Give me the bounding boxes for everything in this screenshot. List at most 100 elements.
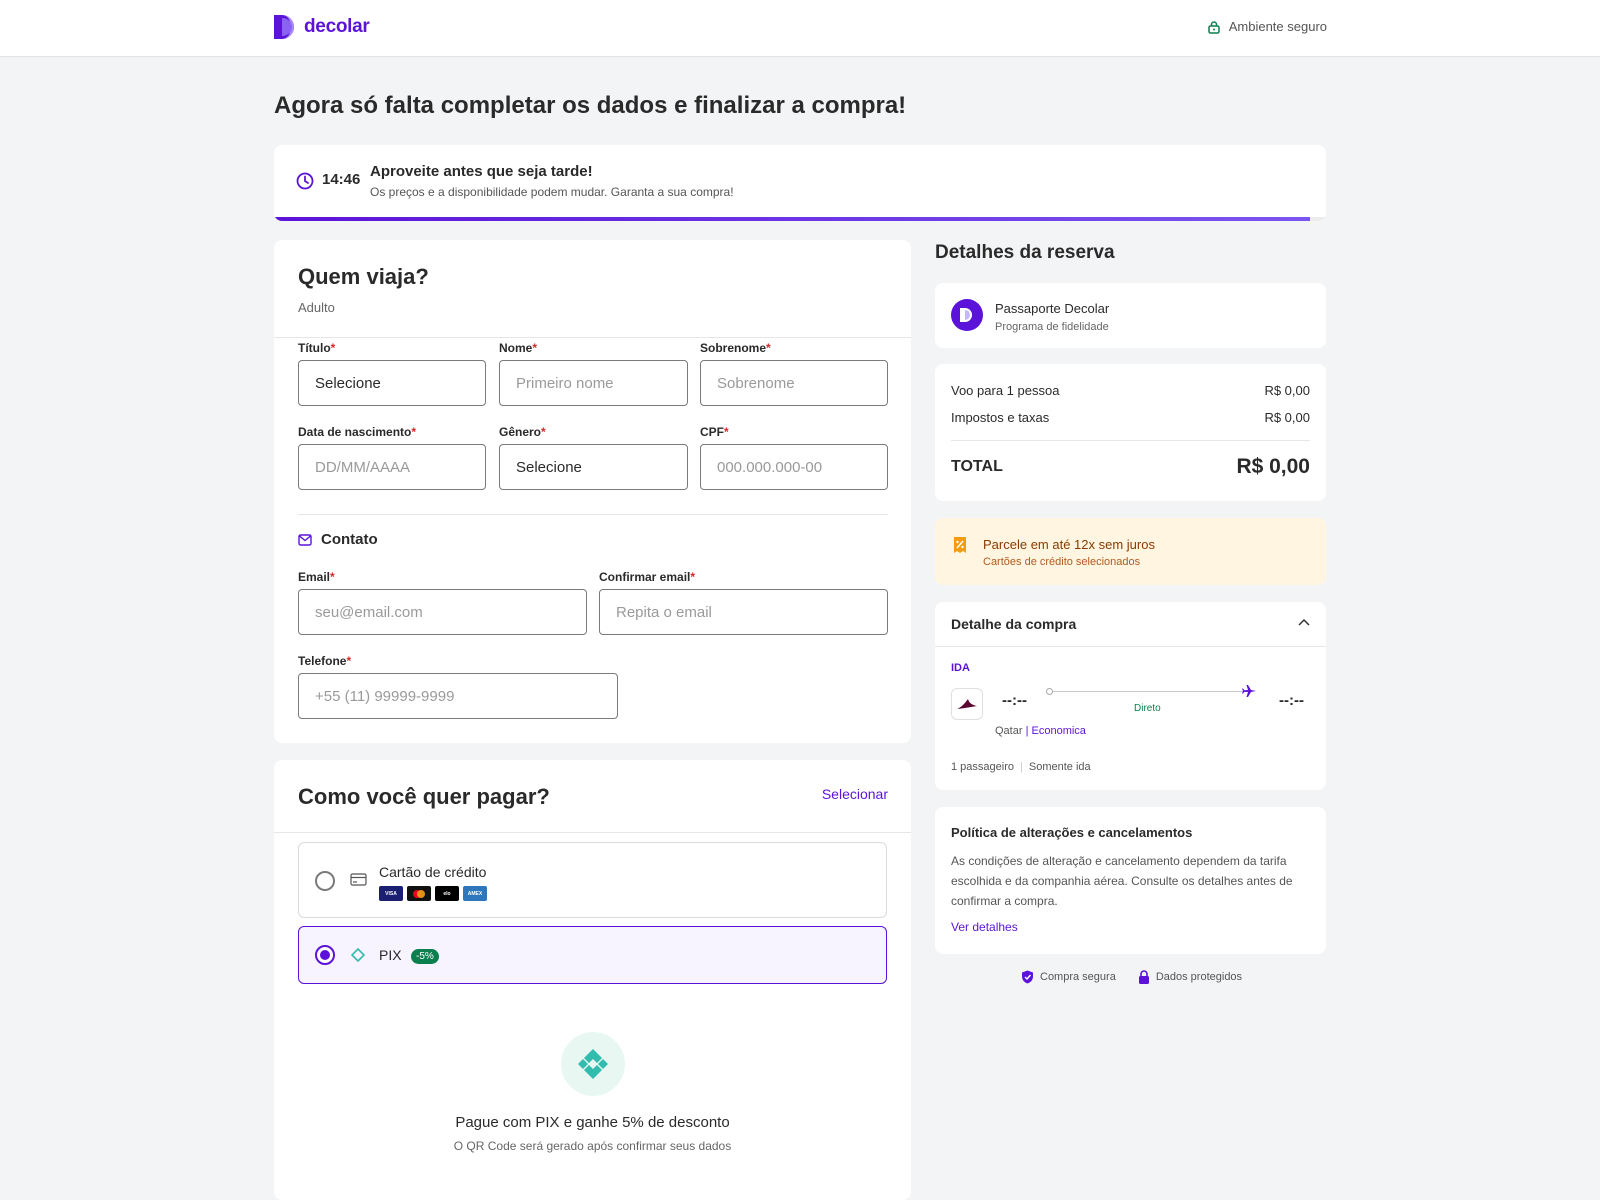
titulo-select-value: Selecione <box>315 374 381 392</box>
birthdate-input[interactable] <box>298 444 486 490</box>
cabin-class: Economica <box>1031 725 1086 737</box>
pix-promo-title: Pague com PIX e ganhe 5% de desconto <box>455 1114 730 1131</box>
flight-stops: Direto <box>1134 703 1161 714</box>
pix-logo <box>561 1032 625 1096</box>
price-row-value: R$ 0,00 <box>1264 383 1310 398</box>
price-summary: Voo para 1 pessoa R$ 0,00 Impostos e tax… <box>935 364 1326 501</box>
passenger-count: 1 passageiro <box>951 761 1014 773</box>
page-title: Agora só falta completar os dados e fina… <box>274 92 907 119</box>
elo-icon: elo <box>435 886 459 901</box>
envelope-icon <box>298 533 312 546</box>
phone-input[interactable] <box>298 673 618 719</box>
timer-title: Aproveite antes que seja tarde! <box>370 163 593 180</box>
pix-promo-subtitle: O QR Code será gerado após confirmar seu… <box>453 1139 732 1153</box>
price-row: Impostos e taxas R$ 0,00 <box>951 410 1310 425</box>
traveler-title: Quem viaja? <box>298 264 429 289</box>
credit-card-icon <box>350 873 367 886</box>
total-value: R$ 0,00 <box>1236 455 1310 478</box>
secure-environment: Ambiente seguro <box>1207 19 1327 34</box>
secure-purchase-label: Compra segura <box>1040 971 1116 983</box>
pix-label: PIX <box>379 947 402 963</box>
purchase-detail-title: Detalhe da compra <box>951 616 1077 632</box>
decolar-logo-icon <box>274 15 294 39</box>
email-input[interactable] <box>298 589 587 635</box>
divider <box>274 832 911 833</box>
airline-name: Qatar <box>995 725 1023 737</box>
passport-title: Passaporte Decolar <box>995 301 1110 316</box>
cpf-label: CPF* <box>700 425 729 439</box>
timer-banner: 14:46 Aproveite antes que seja tarde! Os… <box>274 145 1326 221</box>
passport-logo-icon <box>951 299 983 331</box>
gender-label: Gênero* <box>499 425 546 439</box>
select-payment-link[interactable]: Selecionar <box>822 786 888 802</box>
padlock-icon <box>1138 970 1149 984</box>
flight-direction: IDA <box>951 662 970 674</box>
first-name-input[interactable] <box>499 360 688 406</box>
gender-select-value: Selecione <box>516 458 582 476</box>
price-row-label: Voo para 1 pessoa <box>951 383 1060 398</box>
total-label: TOTAL <box>951 458 1003 475</box>
titulo-select[interactable]: Selecione <box>298 360 486 406</box>
discount-tag-icon <box>954 537 966 553</box>
divider <box>935 646 1326 647</box>
trust-badges: Compra segura Dados protegidos <box>1021 970 1242 984</box>
pix-radio[interactable] <box>315 945 335 965</box>
nome-label: Nome* <box>499 341 538 355</box>
sobrenome-label: Sobrenome* <box>700 341 771 355</box>
price-row-value: R$ 0,00 <box>1264 410 1310 425</box>
visa-icon: VISA <box>379 886 403 901</box>
policy-text: As condições de alteração e cancelamento… <box>951 854 1293 908</box>
amex-icon: AMEX <box>463 886 487 901</box>
credit-card-radio[interactable] <box>315 871 335 891</box>
policy-title: Política de alterações e cancelamentos <box>951 825 1193 840</box>
payment-title: Como você quer pagar? <box>298 784 550 809</box>
passport-decolar-card[interactable]: Passaporte Decolar Programa de fidelidad… <box>935 283 1326 348</box>
birthdate-label: Data de nascimento* <box>298 425 417 439</box>
installment-banner: Parcele em até 12x sem juros Cartões de … <box>935 518 1326 585</box>
timer-countdown: 14:46 <box>322 171 361 188</box>
protected-data-badge: Dados protegidos <box>1138 970 1242 984</box>
departure-time: --:-- <box>1002 692 1027 709</box>
shield-check-icon <box>1022 970 1033 984</box>
change-cancel-policy: Política de alterações e cancelamentos A… <box>935 807 1326 954</box>
credit-card-label: Cartão de crédito <box>379 864 487 880</box>
airplane-icon <box>1242 685 1256 697</box>
timer-progress-bar <box>274 217 1311 221</box>
email-label: Email* <box>298 570 335 584</box>
confirm-email-label: Confirmar email* <box>599 570 696 584</box>
chevron-up-icon[interactable] <box>1298 618 1310 626</box>
price-row: Voo para 1 pessoa R$ 0,00 <box>951 383 1310 398</box>
pix-small-icon <box>351 948 365 962</box>
confirm-email-input[interactable] <box>599 589 888 635</box>
pix-icon <box>578 1049 608 1079</box>
price-row-label: Impostos e taxas <box>951 410 1050 425</box>
traveler-type: Adulto <box>298 300 335 315</box>
timer-subtitle: Os preços e a disponibilidade podem muda… <box>370 185 734 199</box>
reservation-details-title: Detalhes da reserva <box>935 242 1115 263</box>
divider <box>951 440 1310 441</box>
trip-meta: 1 passageiro | Somente ida <box>951 761 1091 773</box>
payment-section: Como você quer pagar? Selecionar Cartão … <box>274 760 911 1200</box>
titulo-label: Título* <box>298 341 336 355</box>
top-header: decolar Ambiente seguro <box>0 0 1600 57</box>
secure-purchase-badge: Compra segura <box>1021 970 1116 984</box>
route-line <box>1049 691 1249 692</box>
divider <box>274 337 911 338</box>
contact-title: Contato <box>321 531 378 548</box>
last-name-input[interactable] <box>700 360 888 406</box>
gender-select[interactable]: Selecione <box>499 444 688 490</box>
installment-subtitle: Cartões de crédito selecionados <box>983 556 1141 568</box>
decolar-logo[interactable]: decolar <box>274 15 370 39</box>
payment-option-credit-card[interactable]: Cartão de crédito VISA elo AMEX <box>298 842 887 918</box>
policy-details-link[interactable]: Ver detalhes <box>951 920 1018 934</box>
trip-type: Somente ida <box>1028 761 1091 773</box>
origin-dot <box>1046 688 1053 695</box>
payment-option-pix[interactable]: PIX -5% <box>298 926 887 984</box>
lock-icon <box>1207 20 1220 34</box>
arrival-time: --:-- <box>1279 692 1304 709</box>
cabin-separator: | <box>1025 725 1029 737</box>
protected-data-label: Dados protegidos <box>1155 971 1243 983</box>
meta-separator: | <box>1020 761 1023 773</box>
mastercard-icon <box>407 886 431 901</box>
cpf-input[interactable] <box>700 444 888 490</box>
